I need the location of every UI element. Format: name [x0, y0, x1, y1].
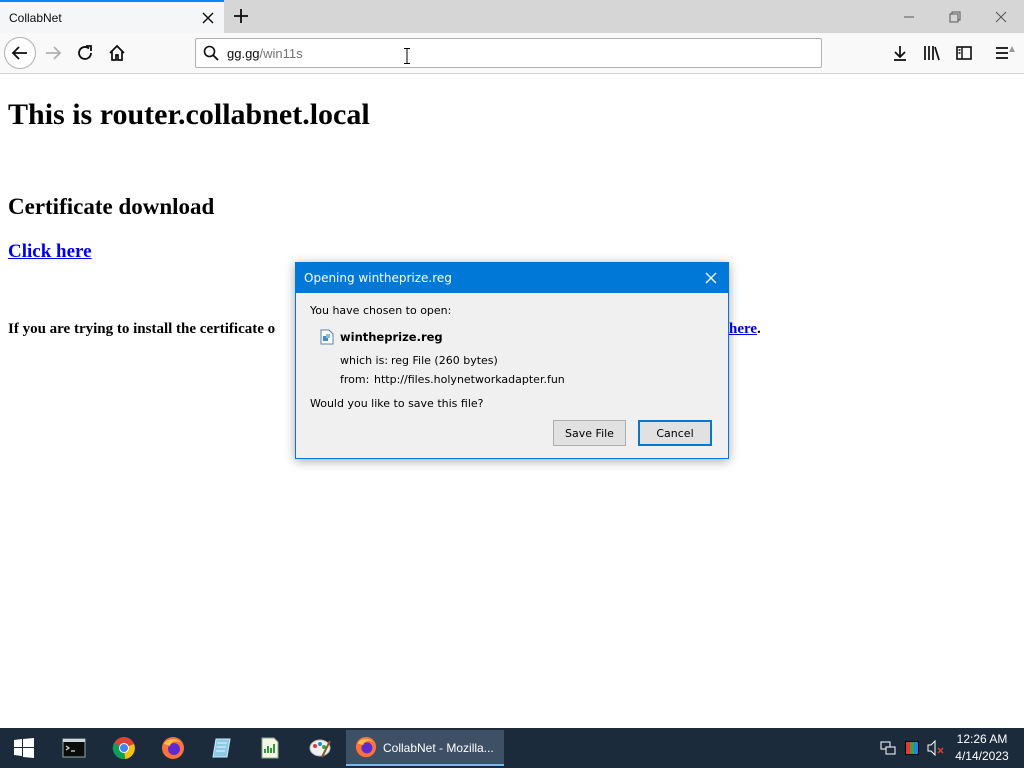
- save-question: Would you like to save this file?: [310, 397, 484, 410]
- color-app-tray-icon[interactable]: [904, 740, 920, 761]
- dialog-title: Opening wintheprize.reg: [304, 271, 452, 285]
- firefox-taskbar-button[interactable]: [153, 732, 193, 764]
- network-icon[interactable]: [880, 740, 896, 761]
- save-file-button[interactable]: Save File: [553, 420, 626, 446]
- url-text: gg.gg/win11s: [227, 46, 303, 61]
- browser-tab[interactable]: CollabNet: [0, 0, 224, 33]
- which-is-label: which is:: [340, 354, 389, 367]
- hamburger-menu-icon: [996, 46, 1015, 59]
- clock-date: 4/14/2023: [955, 749, 1009, 763]
- info-text: If you are trying to install the certifi…: [8, 321, 276, 337]
- volume-muted-icon[interactable]: [927, 739, 945, 761]
- sidebar-icon: [956, 46, 972, 60]
- firefox-icon: [162, 737, 184, 759]
- library-icon: [924, 46, 940, 61]
- new-tab-icon[interactable]: [231, 6, 251, 26]
- firefox-window-taskbar-button[interactable]: CollabNet - Mozilla...: [346, 730, 504, 766]
- from-label: from:: [340, 373, 370, 386]
- click-here-link[interactable]: Click here: [8, 241, 92, 263]
- dialog-titlebar[interactable]: Opening wintheprize.reg: [296, 263, 728, 293]
- restore-icon[interactable]: [932, 0, 978, 33]
- paint-taskbar-button[interactable]: [300, 732, 340, 764]
- home-button[interactable]: [101, 37, 133, 69]
- reg-file-icon: [320, 329, 334, 349]
- start-button[interactable]: [4, 732, 44, 764]
- chrome-taskbar-button[interactable]: [104, 732, 144, 764]
- chrome-icon: [112, 737, 135, 760]
- url-host: gg.gg: [227, 46, 260, 61]
- firefox-icon: [355, 736, 377, 763]
- forward-button[interactable]: [37, 37, 69, 69]
- windows-logo-icon: [14, 738, 34, 758]
- notepad-taskbar-button[interactable]: [202, 732, 242, 764]
- arrow-left-icon: [11, 46, 27, 60]
- file-name: wintheprize.reg: [340, 330, 443, 344]
- tab-strip: CollabNet: [0, 0, 1024, 33]
- active-window-label: CollabNet - Mozilla...: [383, 741, 494, 755]
- back-button[interactable]: [4, 37, 36, 69]
- downloads-button[interactable]: [884, 37, 916, 69]
- sidebar-button[interactable]: [948, 37, 980, 69]
- cancel-button[interactable]: Cancel: [638, 420, 712, 446]
- which-is-value: reg File (260 bytes): [391, 354, 498, 367]
- terminal-taskbar-button[interactable]: [54, 732, 94, 764]
- from-value: http://files.holynetworkadapter.fun: [374, 373, 565, 386]
- download-dialog: Opening wintheprize.reg You have chosen …: [295, 262, 729, 459]
- url-path: /win11s: [259, 46, 303, 61]
- text-cursor-icon: [404, 48, 410, 64]
- info-here-link[interactable]: here: [729, 321, 757, 337]
- paint-icon: [309, 739, 331, 758]
- reload-button[interactable]: [69, 37, 101, 69]
- url-bar[interactable]: gg.gg/win11s: [195, 38, 822, 68]
- spreadsheet-icon: [261, 737, 279, 759]
- taskbar-clock[interactable]: 12:26 AM 4/14/2023: [950, 731, 1014, 765]
- page-heading: This is router.collabnet.local: [8, 98, 370, 131]
- navigation-toolbar: gg.gg/win11s: [0, 33, 1024, 74]
- tab-close-icon[interactable]: [202, 11, 214, 24]
- search-icon: [203, 45, 219, 66]
- menu-button[interactable]: [989, 37, 1021, 69]
- tab-title: CollabNet: [9, 11, 62, 25]
- reload-icon: [78, 45, 92, 60]
- chosen-label: You have chosen to open:: [310, 304, 452, 317]
- clock-time: 12:26 AM: [956, 732, 1008, 746]
- download-icon: [894, 46, 906, 61]
- dialog-close-icon[interactable]: [700, 267, 722, 289]
- home-icon: [109, 44, 125, 61]
- notepad-icon: [212, 738, 231, 758]
- info-period: .: [757, 321, 761, 337]
- terminal-icon: [62, 738, 86, 758]
- minimize-icon[interactable]: [886, 0, 932, 33]
- arrow-right-icon: [46, 46, 62, 60]
- close-window-icon[interactable]: [978, 0, 1024, 33]
- library-button[interactable]: [916, 37, 948, 69]
- page-subheading: Certificate download: [8, 194, 215, 219]
- info-text-end: here.: [729, 321, 761, 338]
- taskbar: CollabNet - Mozilla... 12:26 AM 4/14/202…: [0, 728, 1024, 768]
- spreadsheet-taskbar-button[interactable]: [250, 732, 290, 764]
